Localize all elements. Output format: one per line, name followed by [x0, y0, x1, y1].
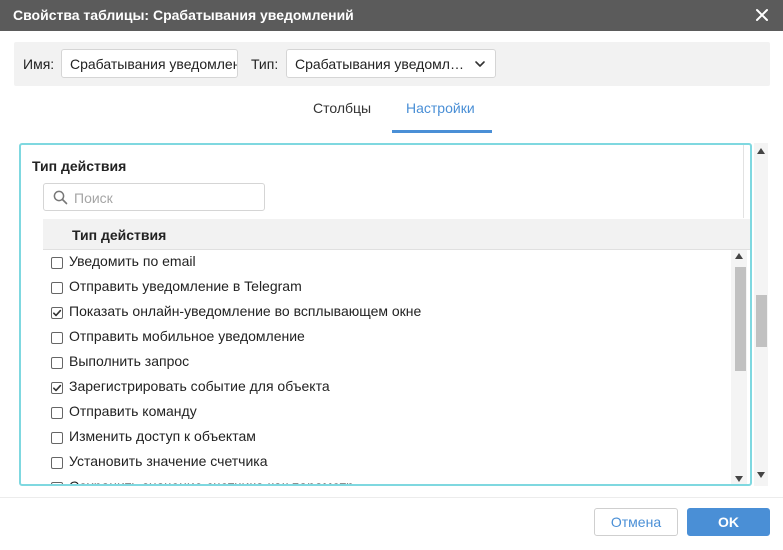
close-icon[interactable]: [755, 8, 769, 22]
search-input[interactable]: [74, 189, 254, 206]
list-item-label: Отправить команду: [69, 403, 197, 419]
dialog-titlebar: Свойства таблицы: Срабатывания уведомлен…: [0, 0, 783, 31]
action-type-list: Уведомить по email Отправить уведомление …: [43, 250, 731, 486]
footer-divider: [0, 497, 783, 498]
ok-button[interactable]: OK: [687, 508, 770, 536]
active-tab-indicator: [392, 130, 492, 133]
list-item-label: Отправить мобильное уведомление: [69, 328, 305, 344]
list-item[interactable]: Изменить доступ к объектам: [43, 425, 731, 450]
search-icon: [53, 190, 68, 205]
list-item-label: Показать онлайн-уведомление во всплывающ…: [69, 303, 422, 319]
checkmark-icon: [53, 309, 62, 317]
chevron-down-icon: [475, 61, 485, 67]
list-item[interactable]: Показать онлайн-уведомление во всплывающ…: [43, 300, 731, 325]
checkbox[interactable]: [51, 382, 63, 394]
checkbox[interactable]: [51, 407, 63, 419]
table-properties-header: Имя: Срабатывания уведомлений Тип: Сраба…: [14, 42, 770, 86]
scroll-up-arrow[interactable]: [735, 253, 743, 259]
type-label: Тип:: [251, 56, 279, 72]
panel-scroll-up-arrow[interactable]: [757, 148, 765, 154]
list-item[interactable]: Сохранить значение счетчика как параметр: [43, 475, 731, 486]
name-input[interactable]: Срабатывания уведомлений: [61, 49, 238, 78]
list-item[interactable]: Выполнить запрос: [43, 350, 731, 375]
list-scrollbar[interactable]: [731, 250, 747, 484]
checkbox[interactable]: [51, 357, 63, 369]
type-select-value: Срабатывания уведомлений: [295, 56, 467, 72]
cancel-button[interactable]: Отмена: [594, 508, 678, 536]
section-title: Тип действия: [32, 158, 127, 174]
list-item-label: Сохранить значение счетчика как параметр: [69, 478, 354, 486]
type-select[interactable]: Срабатывания уведомлений: [286, 49, 496, 78]
table-header-label: Тип действия: [72, 227, 167, 243]
tab-columns[interactable]: Столбцы: [313, 100, 371, 116]
checkmark-icon: [53, 384, 62, 392]
list-item[interactable]: Отправить уведомление в Telegram: [43, 275, 731, 300]
panel-scroll-down-arrow[interactable]: [757, 472, 765, 478]
checkbox[interactable]: [51, 307, 63, 319]
checkbox[interactable]: [51, 432, 63, 444]
list-item[interactable]: Отправить мобильное уведомление: [43, 325, 731, 350]
name-label: Имя:: [23, 56, 55, 72]
list-item[interactable]: Уведомить по email: [43, 250, 731, 275]
list-item-label: Установить значение счетчика: [69, 453, 268, 469]
search-box: [43, 183, 265, 211]
list-item-label: Зарегистрировать событие для объекта: [69, 378, 330, 394]
checkbox[interactable]: [51, 457, 63, 469]
dialog-title: Свойства таблицы: Срабатывания уведомлен…: [13, 7, 354, 23]
list-item-label: Отправить уведомление в Telegram: [69, 278, 302, 294]
scroll-down-arrow[interactable]: [735, 476, 743, 482]
checkbox[interactable]: [51, 257, 63, 269]
checkbox[interactable]: [51, 332, 63, 344]
tab-settings[interactable]: Настройки: [406, 100, 475, 116]
list-item[interactable]: Зарегистрировать событие для объекта: [43, 375, 731, 400]
panel-divider: [743, 145, 744, 218]
list-item[interactable]: Отправить команду: [43, 400, 731, 425]
panel-scrollbar[interactable]: [754, 143, 768, 486]
list-item-label: Изменить доступ к объектам: [69, 428, 256, 444]
scroll-thumb[interactable]: [735, 267, 746, 371]
table-header: Тип действия: [43, 219, 750, 250]
checkbox[interactable]: [51, 482, 63, 484]
list-item-label: Уведомить по email: [69, 253, 196, 269]
panel-scroll-thumb[interactable]: [756, 295, 767, 347]
settings-panel: Тип действия Тип действия Уведомить по e…: [19, 143, 752, 486]
list-item[interactable]: Установить значение счетчика: [43, 450, 731, 475]
list-item-label: Выполнить запрос: [69, 353, 190, 369]
checkbox[interactable]: [51, 282, 63, 294]
